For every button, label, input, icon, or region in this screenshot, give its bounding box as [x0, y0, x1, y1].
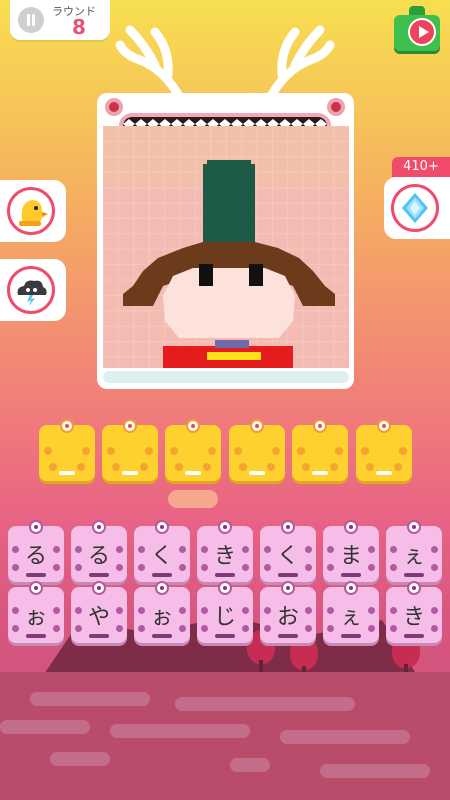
letter-tile-char: ぉ: [150, 605, 173, 630]
round-panel: ラウンド 8: [10, 0, 110, 40]
letter-tile-char: く: [150, 544, 173, 569]
letter-tile-char: き: [402, 605, 425, 630]
letter-tile-char: ま: [339, 544, 362, 569]
letter-tile[interactable]: く: [260, 520, 316, 582]
letter-tile-char: る: [87, 544, 110, 569]
letter-tile[interactable]: き: [386, 581, 442, 643]
shop-button[interactable]: [384, 177, 450, 239]
answer-slot[interactable]: [292, 419, 348, 481]
storm-cloud-icon: [7, 266, 55, 314]
letter-tile[interactable]: ぉ: [134, 581, 190, 643]
frame-base: [103, 371, 349, 383]
letter-tile-char: や: [87, 605, 110, 630]
letter-tile-char: じ: [213, 605, 236, 630]
letter-tile-char: ぉ: [24, 605, 47, 630]
letter-tile-char: お: [276, 605, 299, 630]
letter-tile[interactable]: お: [260, 581, 316, 643]
letter-tile-char: る: [24, 544, 47, 569]
antlers-decoration: [115, 25, 335, 100]
bird-icon: [7, 187, 55, 235]
round-number: 8: [72, 15, 86, 39]
pixel-art-picture: [103, 126, 349, 368]
answer-slot[interactable]: [229, 419, 285, 481]
answer-slot[interactable]: [165, 419, 221, 481]
play-icon: [408, 18, 436, 46]
gem-count-badge: 410+: [392, 157, 450, 177]
left-eye-icon: [105, 98, 123, 116]
letter-tile[interactable]: じ: [197, 581, 253, 643]
answer-slot[interactable]: [39, 419, 95, 481]
letter-tile[interactable]: ぉ: [8, 581, 64, 643]
remove-letters-button[interactable]: [0, 259, 66, 321]
letter-tile[interactable]: る: [8, 520, 64, 582]
watch-video-button[interactable]: [392, 6, 442, 52]
letter-tile[interactable]: ぇ: [386, 520, 442, 582]
letter-tile[interactable]: く: [134, 520, 190, 582]
diamond-icon: [391, 184, 439, 232]
letter-tile-char: き: [213, 544, 236, 569]
ground-decoration: [0, 672, 450, 800]
picture-frame: [97, 93, 354, 389]
letter-tile[interactable]: や: [71, 581, 127, 643]
reveal-letter-button[interactable]: [0, 180, 66, 242]
letter-tile-char: ぇ: [402, 544, 425, 569]
pause-icon[interactable]: [18, 7, 44, 33]
right-eye-icon: [327, 98, 345, 116]
answer-slot[interactable]: [356, 419, 412, 481]
cloud-decoration: [168, 490, 218, 508]
letter-tile[interactable]: る: [71, 520, 127, 582]
letter-tile-char: ぇ: [339, 605, 362, 630]
answer-slot[interactable]: [102, 419, 158, 481]
letter-tile[interactable]: ま: [323, 520, 379, 582]
letter-tile[interactable]: ぇ: [323, 581, 379, 643]
letter-tile[interactable]: き: [197, 520, 253, 582]
letter-tile-char: く: [276, 544, 299, 569]
